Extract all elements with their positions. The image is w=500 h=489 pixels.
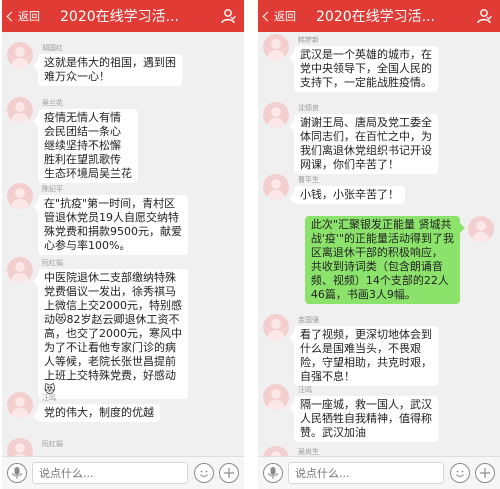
message-bubble[interactable]: 武汉是一个英雄的城市，在 党中央领导下，全国人民的 支持下，一定能战胜疫情。 xyxy=(289,46,438,92)
group-members-icon[interactable] xyxy=(220,8,236,24)
avatar[interactable] xyxy=(263,102,289,128)
smiley-icon xyxy=(200,470,208,477)
message-bubble[interactable]: 这就是伟大的祖国，遇到困 难万众一心！ xyxy=(33,54,182,86)
plus-icon xyxy=(224,468,234,478)
sender-name: 陈纪平 xyxy=(42,185,63,193)
more-button[interactable] xyxy=(475,463,495,483)
chevron-left-icon xyxy=(6,11,17,21)
message-bubble[interactable]: 疫情无情人有情 会民团结一条心 继续坚持不松懈 胜利在望凯歌传 生态环境局吴兰花 xyxy=(33,109,138,183)
sender-name: 吴兰花 xyxy=(42,99,63,107)
plus-icon xyxy=(480,468,490,478)
right-chat-screen: 返回 2020在线学习活... 韩梦新 武汉是一个英雄的城市，在 党中央领导下，… xyxy=(258,0,500,489)
message-input[interactable] xyxy=(288,462,444,484)
input-bar xyxy=(2,456,244,489)
avatar[interactable] xyxy=(7,97,33,123)
page-title: 2020在线学习活... xyxy=(316,9,435,25)
avatar[interactable] xyxy=(7,257,33,283)
avatar[interactable] xyxy=(7,438,33,456)
avatar[interactable] xyxy=(7,183,33,209)
my-message-bubble[interactable]: 此次"汇聚银发正能量 贤城共 战'疫'"的正能量活动得到了我 区离退休干部的积极… xyxy=(304,216,466,304)
voice-button[interactable] xyxy=(7,463,27,483)
microphone-icon xyxy=(12,467,22,479)
emoji-button[interactable] xyxy=(194,463,214,483)
message-bubble[interactable]: 中医院退休二支部缴纳特殊 党费倡议一发出，徐秀祺马 上微信上交2000元，特别感… xyxy=(33,269,188,399)
page-title: 2020在线学习活... xyxy=(60,9,179,25)
header-bar: 返回 2020在线学习活... xyxy=(2,0,244,32)
avatar[interactable] xyxy=(263,174,289,200)
message-bubble[interactable]: 隔一座城，救一国人，武汉 人民牺牲自我精神，值得称 赞。武汉加油 xyxy=(289,396,438,442)
message-bubble[interactable]: 谢谢王局、唐局及党工委全 体同志们，在百忙之中，为 我们离退休党组织书记开设 网… xyxy=(289,114,438,174)
sender-name: 曹平生 xyxy=(298,176,319,184)
header-bar: 返回 2020在线学习活... xyxy=(258,0,500,32)
avatar[interactable] xyxy=(468,216,494,242)
back-label: 返回 xyxy=(18,10,40,23)
left-chat-screen: 返回 2020在线学习活... 胡国红 这就是伟大的祖国，遇到困 难万众一心！ … xyxy=(2,0,244,489)
avatar[interactable] xyxy=(263,314,289,340)
more-button[interactable] xyxy=(219,463,239,483)
sender-name: 金国强 xyxy=(298,316,319,324)
message-list[interactable]: 胡国红 这就是伟大的祖国，遇到困 难万众一心！ 吴兰花 疫情无情人有情 会民团结… xyxy=(2,32,244,456)
message-bubble[interactable]: 党的伟大，制度的优越 xyxy=(33,404,160,422)
avatar[interactable] xyxy=(263,384,289,410)
back-button[interactable]: 返回 xyxy=(6,7,40,25)
avatar[interactable] xyxy=(263,34,289,60)
smiley-icon xyxy=(456,470,464,477)
sender-name: 吴尚生 xyxy=(298,448,319,456)
message-bubble[interactable]: 小钱，小张辛苦了！ xyxy=(289,186,405,204)
avatar[interactable] xyxy=(263,446,289,456)
microphone-icon xyxy=(268,467,278,479)
sender-name: 沈德良 xyxy=(298,104,319,112)
message-input[interactable] xyxy=(32,462,188,484)
avatar[interactable] xyxy=(7,42,33,68)
sender-name: 汪鸣 xyxy=(42,394,56,402)
sender-name: 胡国红 xyxy=(42,44,63,52)
emoji-button[interactable] xyxy=(450,463,470,483)
sender-name: 阮红娟 xyxy=(42,259,63,267)
sender-name: 韩梦新 xyxy=(298,36,319,44)
avatar[interactable] xyxy=(7,392,33,418)
back-label: 返回 xyxy=(274,10,296,23)
voice-button[interactable] xyxy=(263,463,283,483)
message-list[interactable]: 韩梦新 武汉是一个英雄的城市，在 党中央领导下，全国人民的 支持下，一定能战胜疫… xyxy=(258,32,500,456)
sender-name: 阮红娟 xyxy=(42,440,63,448)
chevron-left-icon xyxy=(262,11,273,21)
back-button[interactable]: 返回 xyxy=(262,7,296,25)
group-members-icon[interactable] xyxy=(476,8,492,24)
sender-name: 汪鸣 xyxy=(298,386,312,394)
message-bubble[interactable]: 在"抗疫"第一时间，青村区 管退休党员19人自愿交纳特 殊党费和捐款9500元，… xyxy=(33,195,188,255)
input-bar xyxy=(258,456,500,489)
message-bubble[interactable]: 看了视频，更深切地体会到 什么是国难当头，不畏艰 险，守望相助，共克时艰， 自强… xyxy=(289,326,438,386)
